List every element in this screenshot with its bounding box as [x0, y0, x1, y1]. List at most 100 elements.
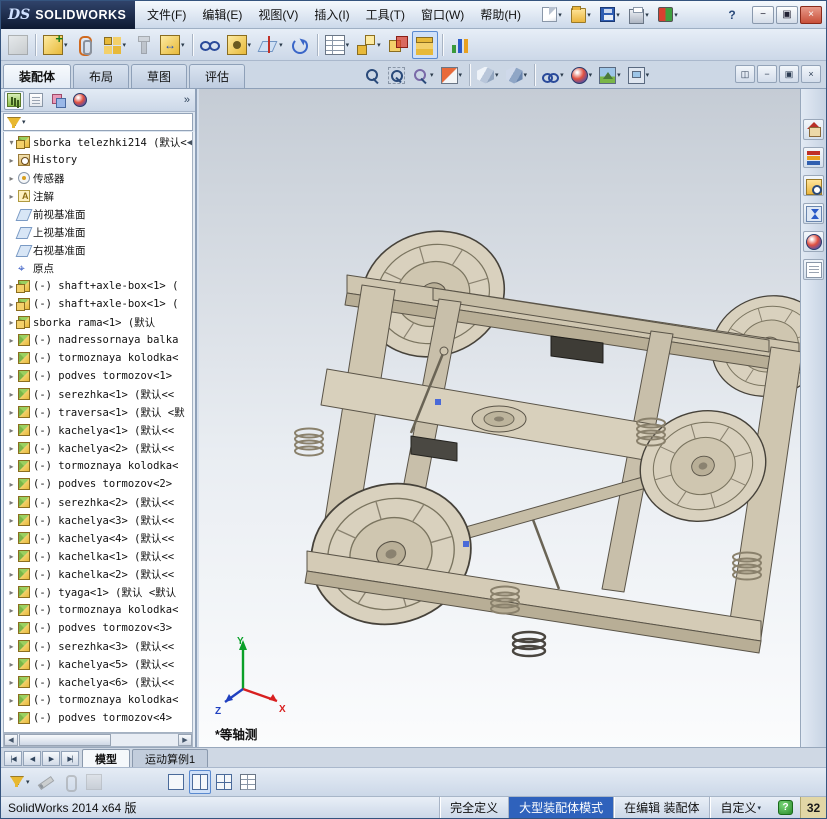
expander-icon[interactable]: ▸	[6, 426, 17, 435]
status-custom[interactable]: 自定义 ▾	[709, 797, 771, 818]
solidworks-resources-button[interactable]	[803, 119, 824, 140]
view-settings-button[interactable]: ▾	[625, 64, 653, 86]
configurationmanager-tab[interactable]	[48, 91, 68, 110]
expander-icon[interactable]: ▸	[6, 444, 17, 453]
reference-geometry-button[interactable]: ▾	[255, 31, 286, 59]
scroll-right-arrow[interactable]: ▶	[178, 734, 192, 746]
tree-item[interactable]: ▸ (-) kachelya<5> (默认<<	[4, 655, 192, 673]
tree-item[interactable]: ▸ (-) podves tormozov<3>	[4, 619, 192, 637]
new-motion-study-button[interactable]	[287, 31, 313, 59]
restore-button[interactable]: ▣	[776, 5, 798, 24]
menu-help[interactable]: 帮助(H)	[472, 1, 529, 28]
tree-item[interactable]: ▸ History	[4, 151, 192, 169]
tree-item[interactable]: ▸ (-) kachelya<2> (默认<<	[4, 439, 192, 457]
study-tab-1[interactable]: 模型	[82, 749, 130, 767]
menu-edit[interactable]: 编辑(E)	[194, 1, 250, 28]
tree-item[interactable]: ▸ (-) tormoznaya kolodka<	[4, 349, 192, 367]
tree-item[interactable]: ▸ (-) kachelya<6> (默认<<	[4, 673, 192, 691]
expander-icon[interactable]: ▸	[6, 174, 17, 183]
large-assembly-mode-button[interactable]	[411, 30, 438, 59]
menu-insert[interactable]: 插入(I)	[306, 1, 357, 28]
expander-icon[interactable]: ▸	[6, 372, 17, 381]
tree-item[interactable]: ▸ (-) serezhka<1> (默认<<	[4, 385, 192, 403]
tree-item[interactable]: ▸ (-) serezhka<2> (默认<<	[4, 493, 192, 511]
prev-tab-button[interactable]: ◀	[23, 751, 41, 766]
options-button[interactable]: ▾	[655, 1, 681, 29]
menu-view[interactable]: 视图(V)	[250, 1, 306, 28]
scrollbar-thumb[interactable]	[19, 734, 111, 746]
expander-icon[interactable]: ▸	[6, 714, 17, 723]
bill-of-materials-button[interactable]: ▾	[322, 31, 353, 59]
minimize-button[interactable]: −	[752, 5, 774, 24]
next-tab-button[interactable]: ▶	[42, 751, 60, 766]
tree-item[interactable]: ▸ (-) serezhka<3> (默认<<	[4, 637, 192, 655]
document-close-button[interactable]: ×	[801, 65, 821, 83]
insert-components-button[interactable]: ▾	[40, 31, 71, 59]
edit-sketch-button[interactable]	[35, 770, 57, 794]
tree-item[interactable]: ▸ (-) nadressornaya balka	[4, 331, 192, 349]
expander-icon[interactable]: ▸	[6, 624, 17, 633]
zoom-to-fit-button[interactable]	[361, 64, 384, 86]
save-button[interactable]: ▾	[597, 1, 623, 29]
tree-item[interactable]: ▸ (-) podves tormozov<2>	[4, 475, 192, 493]
tree-item[interactable]: 原点	[4, 259, 192, 277]
panel-overflow-button[interactable]: »	[184, 94, 192, 106]
document-minimize-button[interactable]: −	[757, 65, 777, 83]
tree-item[interactable]: ▸ (-) tormoznaya kolodka<	[4, 601, 192, 619]
print-button[interactable]: ▾	[626, 1, 652, 29]
help-button[interactable]: ?	[722, 8, 742, 22]
last-tab-button[interactable]: ▶|	[61, 751, 79, 766]
tab-layout[interactable]: 布局	[73, 64, 130, 88]
assembly-visualization-button[interactable]	[447, 31, 473, 59]
custom-properties-button[interactable]	[803, 259, 824, 280]
expander-icon[interactable]: ▸	[6, 390, 17, 399]
propertymanager-tab[interactable]	[26, 91, 46, 110]
previous-view-button[interactable]: ▾	[409, 64, 437, 86]
tree-horizontal-scrollbar[interactable]: ◀ ▶	[3, 733, 193, 747]
tree-item[interactable]: ▸ (-) kachelya<4> (默认<<	[4, 529, 192, 547]
tree-item[interactable]: ▸ (-) tormoznaya kolodka<	[4, 457, 192, 475]
single-view-button[interactable]	[165, 770, 187, 794]
tree-item[interactable]: ▸ sborka rama<1> (默认	[4, 313, 192, 331]
collapse-pane-arrow[interactable]: ◀	[187, 137, 192, 148]
expander-icon[interactable]: ▸	[6, 192, 17, 201]
expander-icon[interactable]: ▸	[6, 336, 17, 345]
document-restore-button[interactable]: ▣	[779, 65, 799, 83]
menu-window[interactable]: 窗口(W)	[413, 1, 472, 28]
design-library-button[interactable]	[803, 147, 824, 168]
new-document-button[interactable]: ▾	[539, 1, 565, 29]
expander-icon[interactable]: ▸	[6, 642, 17, 651]
menu-tools[interactable]: 工具(T)	[358, 1, 413, 28]
open-document-button[interactable]: ▾	[568, 1, 594, 29]
tree-item[interactable]: ▸ (-) kachelya<1> (默认<<	[4, 421, 192, 439]
mate-button[interactable]	[72, 31, 98, 59]
status-editing[interactable]: 在编辑 装配体	[613, 797, 709, 818]
tab-assembly[interactable]: 装配体	[3, 64, 72, 88]
expander-icon[interactable]: ▸	[6, 480, 17, 489]
study-tab-2[interactable]: 运动算例1	[132, 749, 209, 767]
view-orientation-button[interactable]: ▾	[474, 64, 502, 86]
zoom-to-area-button[interactable]	[385, 64, 408, 86]
expander-icon[interactable]: ▸	[6, 678, 17, 687]
expander-icon[interactable]: ▸	[6, 156, 17, 165]
scrollbar-track[interactable]	[112, 734, 178, 746]
expander-icon[interactable]: ▸	[6, 570, 17, 579]
linear-component-pattern-button[interactable]: ▾	[99, 31, 130, 59]
featuremanager-tab[interactable]	[4, 90, 24, 110]
appearances-scenes-button[interactable]	[803, 231, 824, 252]
tree-item[interactable]: 右视基准面	[4, 241, 192, 259]
hide-show-items-button[interactable]: ▾	[539, 64, 567, 86]
displaymanager-tab[interactable]	[70, 91, 90, 110]
exploded-view-button[interactable]: ▾	[353, 31, 384, 59]
inactive-tool-button[interactable]	[83, 770, 105, 794]
link-views-button[interactable]	[237, 770, 259, 794]
two-view-button[interactable]	[188, 770, 211, 794]
tree-item[interactable]: ▸ (-) tormoznaya kolodka<	[4, 691, 192, 709]
smart-fasteners-button[interactable]	[130, 31, 156, 59]
tree-item[interactable]: ▸ (-) shaft+axle-box<1> (	[4, 277, 192, 295]
tree-item[interactable]: ▸ 传感器	[4, 169, 192, 187]
view-palette-button[interactable]	[803, 203, 824, 224]
status-large-assembly-mode[interactable]: 大型装配体模式	[508, 797, 614, 818]
tree-filter-box[interactable]: ▾	[3, 113, 193, 131]
show-hidden-components-button[interactable]	[197, 31, 223, 59]
